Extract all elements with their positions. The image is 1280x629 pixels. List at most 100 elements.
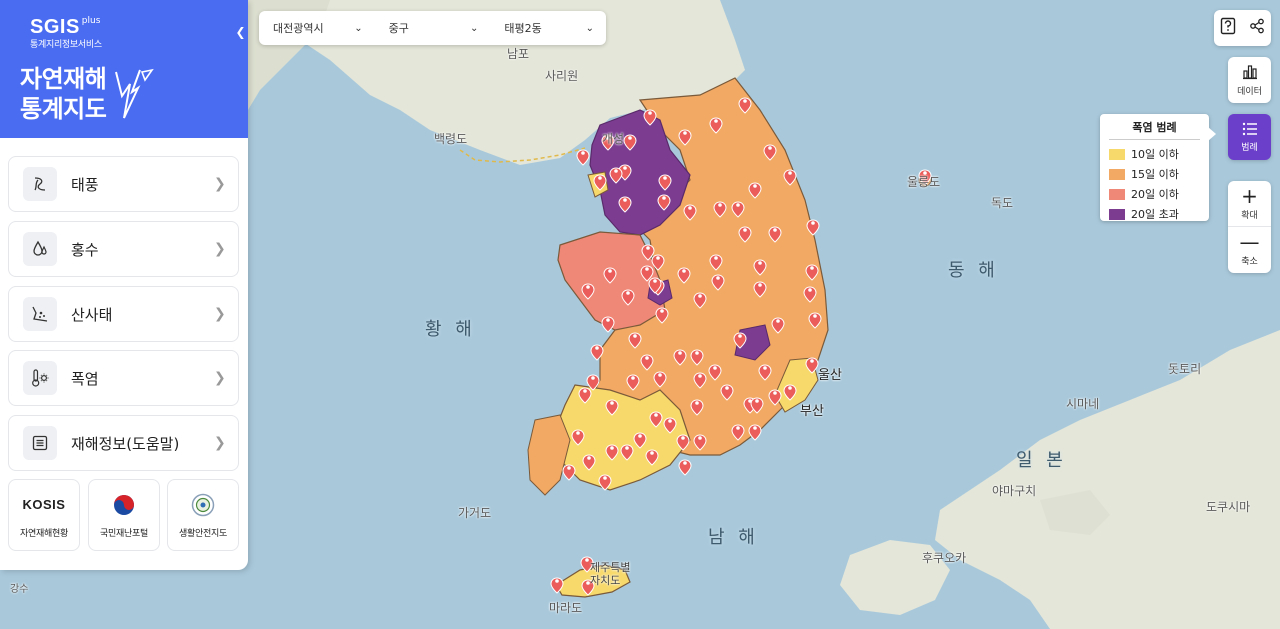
map-marker-dot xyxy=(610,446,614,450)
map-marker-dot xyxy=(610,401,614,405)
menu-label: 산사태 xyxy=(71,305,113,324)
menu-item-heatwave[interactable]: 폭염 ❯ xyxy=(8,350,239,406)
legend-title: 폭염 범례 xyxy=(1109,119,1200,140)
map-marker-dot xyxy=(808,288,812,292)
sgis-logo[interactable]: SGIS plus 통계지리정보서비스 xyxy=(30,16,102,50)
map-marker-dot xyxy=(788,386,792,390)
sido-select[interactable]: 대전광역시 ⌄ xyxy=(259,11,375,45)
kosis-logo: KOSIS xyxy=(23,492,66,518)
map-marker-dot xyxy=(813,314,817,318)
sea-label-east: 동 해 xyxy=(948,260,999,281)
place-label: 후쿠오카 xyxy=(922,551,967,565)
map-marker-dot xyxy=(753,426,757,430)
zoom-controls: + 확대 — 축소 xyxy=(1228,181,1271,273)
map-marker-dot xyxy=(626,291,630,295)
map-marker-dot xyxy=(638,434,642,438)
map-marker-dot xyxy=(583,389,587,393)
typhoon-icon xyxy=(23,167,57,201)
sigungu-select[interactable]: 중구 ⌄ xyxy=(375,11,491,45)
legend-label: 10일 이하 xyxy=(1131,148,1179,161)
legend-item: 20일 초과 xyxy=(1109,204,1200,224)
safety-map-logo-icon xyxy=(191,492,215,518)
legend-pointer xyxy=(1208,127,1216,141)
sido-value: 대전광역시 xyxy=(273,22,324,35)
map-marker-dot xyxy=(695,351,699,355)
map-marker-dot xyxy=(718,203,722,207)
chevron-down-icon: ⌄ xyxy=(354,22,363,34)
quick-link-label: 생활안전지도 xyxy=(179,528,227,539)
share-icon[interactable] xyxy=(1249,18,1265,38)
map-marker-dot xyxy=(810,266,814,270)
dong-select[interactable]: 태평2동 ⌄ xyxy=(490,11,606,45)
map-marker-dot xyxy=(623,166,627,170)
map-marker-dot xyxy=(716,276,720,280)
chevron-right-icon: ❯ xyxy=(214,306,226,322)
map-marker-dot xyxy=(663,176,667,180)
zoom-in-label: 확대 xyxy=(1241,210,1258,221)
sidebar-collapse-button[interactable]: ❮ xyxy=(233,11,248,53)
heatwave-icon xyxy=(23,361,57,395)
map-marker-dot xyxy=(713,366,717,370)
chevron-right-icon: ❯ xyxy=(214,370,226,386)
map-marker-dot xyxy=(763,366,767,370)
zoom-out-label: 축소 xyxy=(1241,257,1258,267)
map-marker-dot xyxy=(755,399,759,403)
place-label: 야마구치 xyxy=(992,484,1037,498)
map-marker-dot xyxy=(606,318,610,322)
map-marker-dot xyxy=(623,198,627,202)
chevron-left-icon: ❮ xyxy=(235,25,246,39)
legend-button[interactable]: 범례 xyxy=(1228,114,1271,160)
legend-swatch xyxy=(1109,208,1125,220)
zoom-in-button[interactable]: + 확대 xyxy=(1228,181,1271,227)
map-marker-dot xyxy=(743,228,747,232)
map-marker-dot xyxy=(736,203,740,207)
data-button[interactable]: 데이터 xyxy=(1228,57,1271,103)
map-marker-dot xyxy=(581,151,585,155)
map-marker-dot xyxy=(585,558,589,562)
map-marker-dot xyxy=(714,119,718,123)
map-marker-dot xyxy=(743,99,747,103)
map-marker-dot xyxy=(658,373,662,377)
map-marker-dot xyxy=(576,431,580,435)
quick-link-label: 자연재해현황 xyxy=(20,528,68,539)
chevron-right-icon: ❯ xyxy=(214,241,226,257)
zoom-out-button[interactable]: — 축소 xyxy=(1228,227,1271,273)
legend-label: 20일 이하 xyxy=(1131,188,1179,201)
chevron-right-icon: ❯ xyxy=(214,176,226,192)
place-label: 부산 xyxy=(800,404,824,419)
map-marker-dot xyxy=(698,374,702,378)
quick-link-safety-map[interactable]: 생활안전지도 xyxy=(167,479,239,551)
document-icon xyxy=(23,426,57,460)
top-tools xyxy=(1214,10,1271,46)
map-marker-dot xyxy=(586,285,590,289)
map-marker-dot xyxy=(555,579,559,583)
map-marker-dot xyxy=(736,426,740,430)
map-marker-dot xyxy=(660,309,664,313)
menu-item-typhoon[interactable]: 태풍 ❯ xyxy=(8,156,239,212)
map-marker-dot xyxy=(645,356,649,360)
quick-link-safety-portal[interactable]: 국민재난포털 xyxy=(88,479,160,551)
map-marker-dot xyxy=(688,206,692,210)
menu-label: 폭염 xyxy=(71,369,99,388)
map-marker-dot xyxy=(758,261,762,265)
logo-main: SGIS xyxy=(30,16,80,38)
place-label: 도쿠시마 xyxy=(1206,500,1251,514)
legend-label: 15일 이하 xyxy=(1131,168,1179,181)
map-marker-dot xyxy=(648,111,652,115)
place-label: 시마네 xyxy=(1066,397,1100,411)
legend-swatch xyxy=(1109,168,1125,180)
place-label: 울산 xyxy=(818,368,842,383)
quick-link-kosis[interactable]: KOSIS 자연재해현황 xyxy=(8,479,80,551)
map-marker-dot xyxy=(591,376,595,380)
map-marker-dot xyxy=(776,319,780,323)
menu-item-flood[interactable]: 홍수 ❯ xyxy=(8,221,239,277)
help-icon[interactable] xyxy=(1220,17,1236,39)
menu-item-disaster-info[interactable]: 재해정보(도움말) ❯ xyxy=(8,415,239,471)
map-marker-dot xyxy=(595,346,599,350)
logo-plus: plus xyxy=(81,16,101,26)
map-marker-dot xyxy=(773,228,777,232)
menu-item-landslide[interactable]: 산사태 ❯ xyxy=(8,286,239,342)
data-button-label: 데이터 xyxy=(1237,86,1262,97)
map-marker-dot xyxy=(698,436,702,440)
map-marker-dot xyxy=(608,269,612,273)
